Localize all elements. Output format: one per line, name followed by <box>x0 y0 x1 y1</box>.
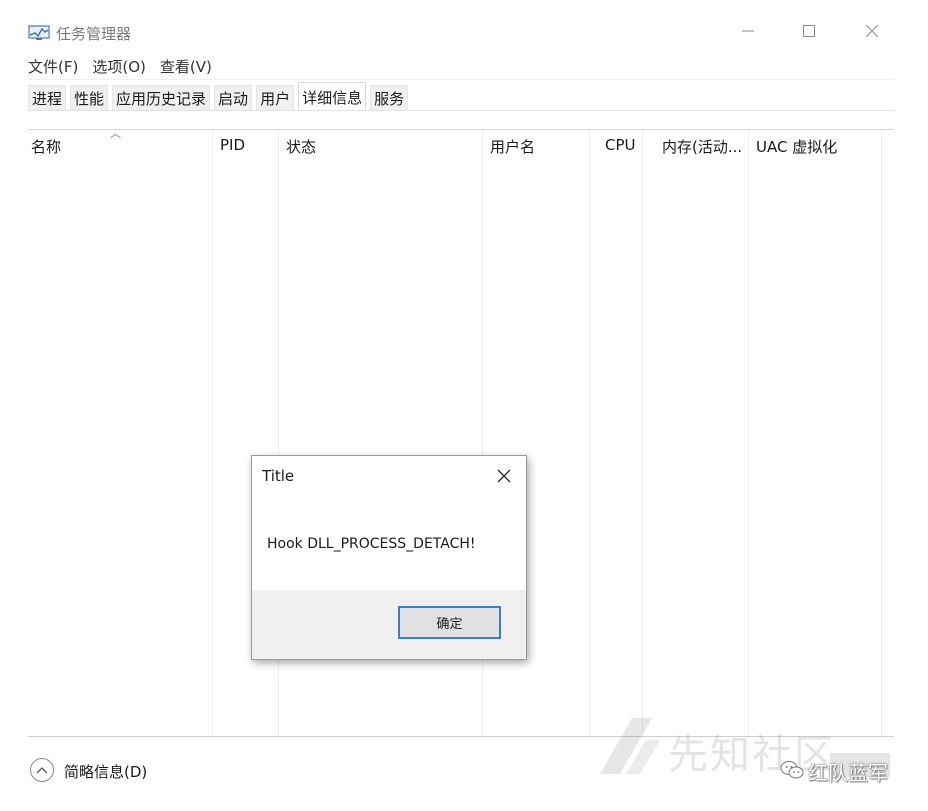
ok-button[interactable]: 确定 <box>398 606 501 639</box>
column-header-pid[interactable]: PID <box>220 136 245 154</box>
column-header-uac[interactable]: UAC 虚拟化 <box>756 136 837 157</box>
menu-options[interactable]: 选项(O) <box>92 56 146 78</box>
tab-details[interactable]: 详细信息 <box>298 82 367 111</box>
minimize-icon <box>742 30 754 32</box>
column-separator[interactable] <box>589 130 590 736</box>
column-separator[interactable] <box>748 130 749 736</box>
tab-divider <box>28 110 894 111</box>
collapse-details-button[interactable] <box>30 758 54 782</box>
sort-ascending-icon: ︿ <box>110 127 121 140</box>
menu-view[interactable]: 查看(V) <box>160 56 212 78</box>
maximize-icon <box>803 25 815 37</box>
close-icon <box>497 469 511 483</box>
message-box: Title Hook DLL_PROCESS_DETACH! 确定 <box>251 455 527 660</box>
menu-bar: 文件(F) 选项(O) 查看(V) <box>28 56 212 78</box>
column-separator[interactable] <box>212 130 213 736</box>
column-header-username[interactable]: 用户名 <box>490 136 535 157</box>
tab-app-history[interactable]: 应用历史记录 <box>112 85 211 111</box>
tab-strip: 进程 性能 应用历史记录 启动 用户 详细信息 服务 <box>28 82 412 111</box>
column-header-status[interactable]: 状态 <box>286 136 316 157</box>
tab-processes[interactable]: 进程 <box>28 85 67 111</box>
minimize-button[interactable] <box>725 12 771 50</box>
dialog-message: Hook DLL_PROCESS_DETACH! <box>267 536 476 552</box>
wechat-icon <box>780 761 804 779</box>
table-header-divider <box>28 129 894 130</box>
column-header-name[interactable]: 名称 <box>31 136 61 157</box>
tab-services[interactable]: 服务 <box>370 85 409 111</box>
dialog-close-button[interactable] <box>492 464 516 488</box>
task-manager-icon <box>28 25 50 40</box>
column-header-cpu[interactable]: CPU <box>605 136 636 154</box>
maximize-button[interactable] <box>786 12 832 50</box>
tab-users[interactable]: 用户 <box>256 85 295 111</box>
wechat-watermark-text: 红队蓝军 <box>808 761 888 785</box>
column-separator[interactable] <box>642 130 643 736</box>
chevron-up-icon <box>36 767 48 774</box>
tab-startup[interactable]: 启动 <box>214 85 253 111</box>
column-header-memory[interactable]: 内存(活动... <box>662 136 742 157</box>
tab-performance[interactable]: 性能 <box>70 85 109 111</box>
menu-divider <box>28 79 894 80</box>
window-title: 任务管理器 <box>56 25 132 43</box>
menu-file[interactable]: 文件(F) <box>28 56 78 78</box>
column-separator[interactable] <box>881 130 882 736</box>
close-button[interactable] <box>849 12 895 50</box>
dialog-title: Title <box>262 467 295 485</box>
close-icon <box>866 25 878 37</box>
fewer-details-link[interactable]: 简略信息(D) <box>64 761 147 782</box>
